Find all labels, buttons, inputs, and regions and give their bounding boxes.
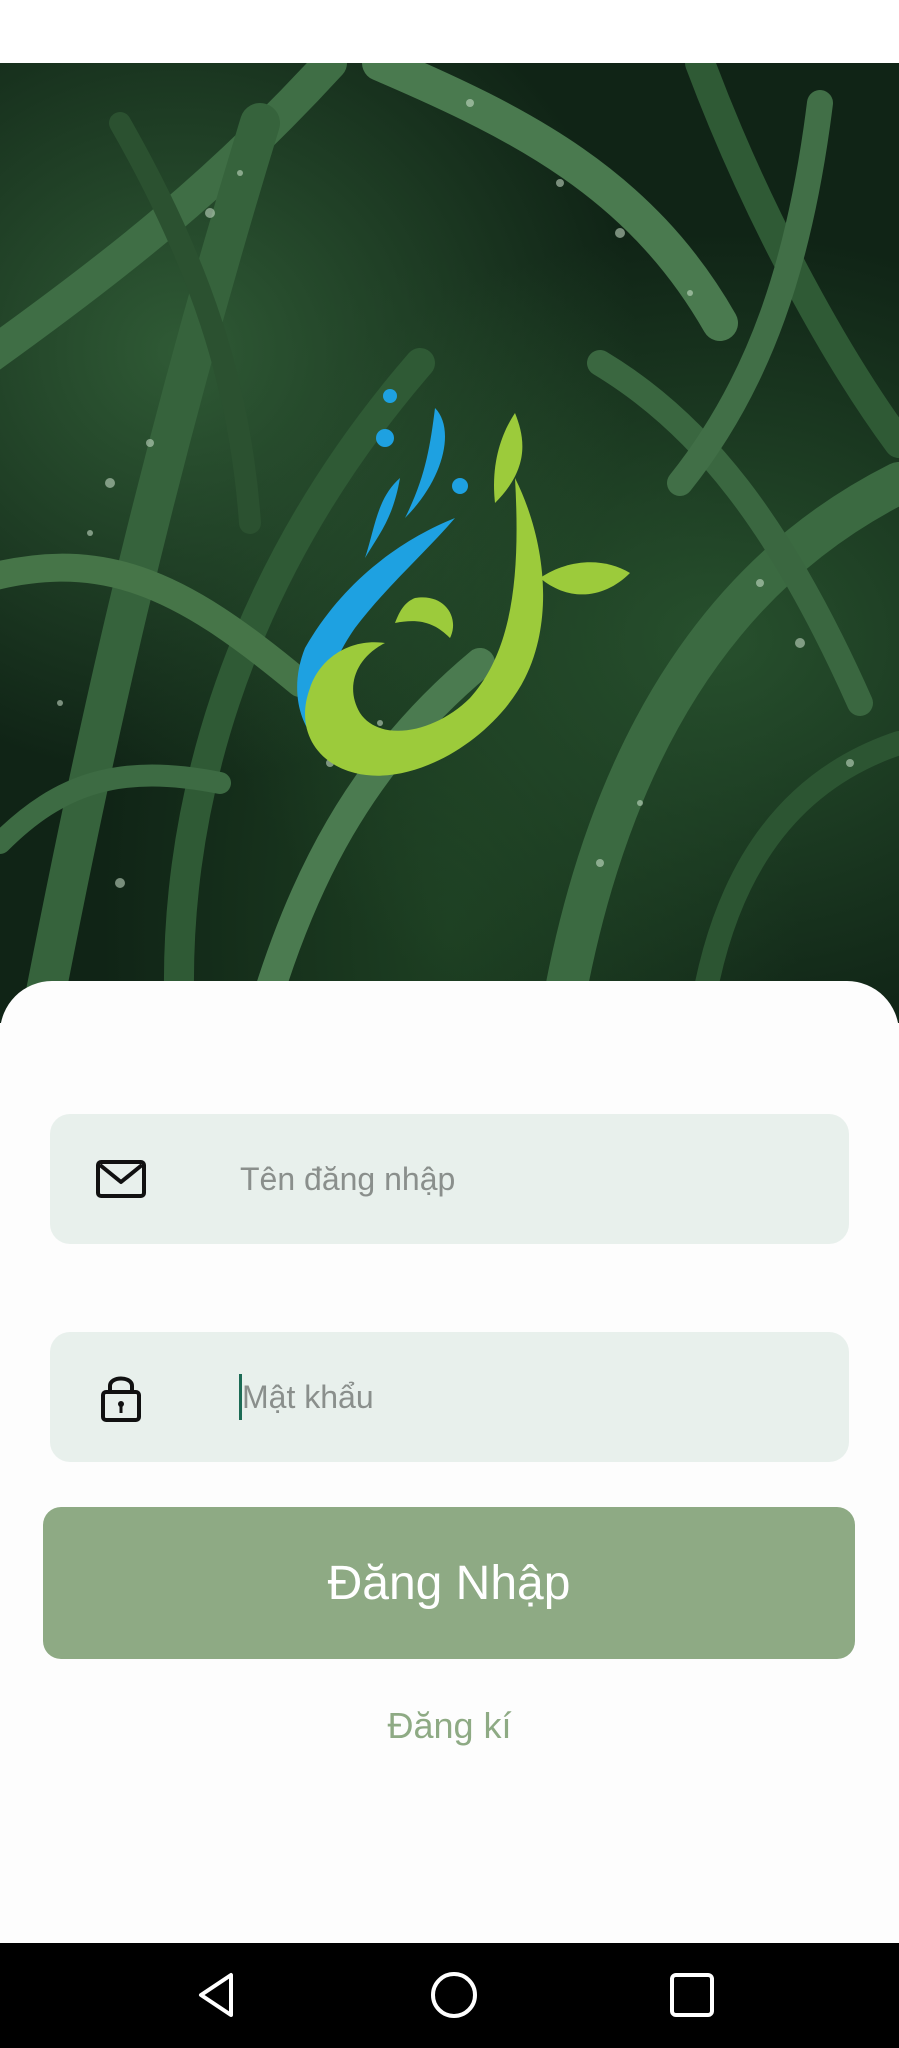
lock-icon	[101, 1376, 141, 1422]
register-link[interactable]: Đăng kí	[0, 1705, 899, 1747]
password-field[interactable]	[50, 1332, 849, 1462]
status-bar	[0, 0, 899, 63]
recents-square-icon[interactable]	[664, 1967, 720, 2023]
system-navigation-bar	[0, 1943, 899, 2048]
username-field[interactable]	[50, 1114, 849, 1244]
mail-icon	[96, 1160, 146, 1198]
app-logo	[297, 389, 630, 776]
back-triangle-icon[interactable]	[189, 1967, 245, 2023]
login-button[interactable]: Đăng Nhập	[43, 1507, 855, 1659]
password-input[interactable]	[190, 1362, 810, 1432]
hero-background-image	[0, 63, 899, 1023]
username-input[interactable]	[190, 1144, 810, 1214]
home-circle-icon[interactable]	[426, 1967, 482, 2023]
